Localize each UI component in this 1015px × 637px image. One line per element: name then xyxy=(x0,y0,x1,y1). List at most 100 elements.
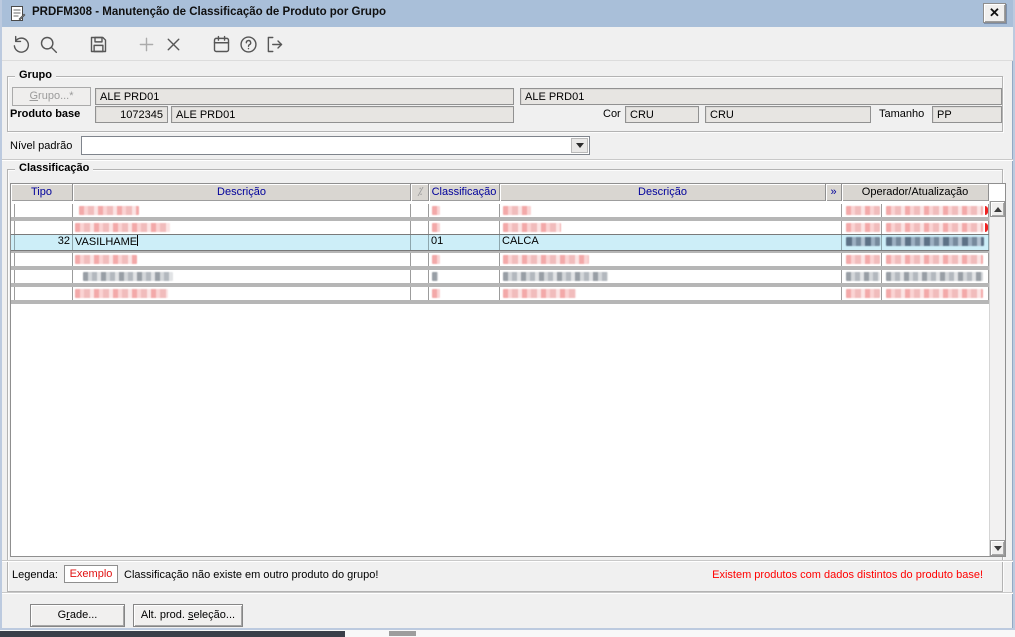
table-row[interactable] xyxy=(11,253,989,266)
background-window-strip xyxy=(0,630,1015,637)
cor-desc-field: CRU xyxy=(705,106,871,123)
cell-tipo xyxy=(15,287,73,300)
table-row[interactable] xyxy=(11,287,989,300)
calendar-icon[interactable] xyxy=(211,34,232,55)
warning-text: Existem produtos com dados distintos do … xyxy=(712,569,983,581)
redacted-text xyxy=(75,255,137,264)
cell-descricao xyxy=(73,253,411,266)
cell-tipo xyxy=(15,270,73,283)
column-header-5[interactable]: » xyxy=(826,184,842,201)
redacted-text xyxy=(846,237,880,246)
column-header-4[interactable]: Descrição xyxy=(500,184,826,201)
search-icon[interactable] xyxy=(38,34,59,55)
cell-classificacao xyxy=(429,221,500,234)
cell-descricao xyxy=(73,270,411,283)
column-header-2[interactable]: ⁒ xyxy=(411,184,429,201)
cell-operador xyxy=(842,221,882,234)
cell-classificacao xyxy=(429,253,500,266)
table-row[interactable] xyxy=(11,204,989,217)
redacted-text xyxy=(886,272,983,281)
cell-descricao xyxy=(73,204,411,217)
tamanho-field: PP xyxy=(932,106,1002,123)
table-row[interactable] xyxy=(11,221,989,234)
add-icon xyxy=(136,34,157,55)
grupo-groupbox-label: Grupo xyxy=(15,69,56,81)
redacted-text xyxy=(503,289,576,298)
exit-icon[interactable] xyxy=(264,34,285,55)
delete-icon[interactable] xyxy=(163,34,184,55)
redacted-text xyxy=(432,272,438,281)
redacted-text xyxy=(432,223,440,232)
chevron-down-icon xyxy=(575,143,584,148)
redacted-text xyxy=(846,289,880,298)
vertical-scrollbar[interactable] xyxy=(989,201,1005,556)
cell-descricao2 xyxy=(500,253,842,266)
cell-tipo xyxy=(15,221,73,234)
redacted-text xyxy=(79,206,139,215)
grid-header: Tipo Descrição ⁒ Classificação Descrição» Ope… xyxy=(11,184,989,201)
alt-prod-selecao-button[interactable]: Alt. prod. seleção... xyxy=(133,604,243,627)
nivel-padrao-combobox[interactable] xyxy=(81,136,590,155)
redacted-text xyxy=(846,255,880,264)
titlebar[interactable]: PRDFM308 - Manutenção de Classificação d… xyxy=(2,0,1013,27)
redacted-text xyxy=(432,289,440,298)
redacted-text xyxy=(503,206,531,215)
redacted-text xyxy=(846,272,880,281)
redacted-text xyxy=(75,223,170,232)
cell-descricao xyxy=(73,287,411,300)
close-button[interactable]: ✕ xyxy=(983,3,1006,23)
table-row-selected[interactable]: 32 VASILHAME 01 CALCA xyxy=(11,234,989,251)
classificacao-groupbox-label: Classificação xyxy=(15,162,94,174)
cell-operador xyxy=(842,270,882,283)
cell-pct xyxy=(411,221,429,234)
legenda-text: Classificação não existe em outro produt… xyxy=(124,569,379,581)
save-icon[interactable] xyxy=(88,34,109,55)
table-row[interactable] xyxy=(11,270,989,283)
cell-descricao: VASILHAME xyxy=(73,235,411,250)
cell-atualizacao xyxy=(882,253,989,266)
grupo-desc-field: ALE PRD01 xyxy=(520,88,1002,105)
text-caret xyxy=(137,235,139,246)
cell-descricao2 xyxy=(500,287,842,300)
cell-descricao2: CALCA xyxy=(500,235,842,250)
cell-classificacao xyxy=(429,287,500,300)
classificacao-grid: Tipo Descrição ⁒ Classificação Descrição» Ope… xyxy=(10,183,1006,557)
separator-line xyxy=(2,560,1013,562)
redacted-text xyxy=(432,206,440,215)
grupo-button[interactable]: Grupo...* xyxy=(12,87,91,106)
undo-icon[interactable] xyxy=(10,34,31,55)
dialog-window: PRDFM308 - Manutenção de Classificação d… xyxy=(0,0,1015,630)
redacted-text xyxy=(503,223,561,232)
help-icon[interactable] xyxy=(238,34,259,55)
cell-operador xyxy=(842,253,882,266)
row-separator xyxy=(11,300,989,304)
redacted-text xyxy=(886,237,984,246)
background-gray-piece xyxy=(389,631,416,636)
cell-descricao2 xyxy=(500,204,842,217)
redacted-text xyxy=(503,255,589,264)
column-header-1[interactable]: Descrição xyxy=(73,184,411,201)
cell-atualizacao xyxy=(882,270,989,283)
screen: PRDFM308 - Manutenção de Classificação d… xyxy=(0,0,1015,637)
cell-tipo xyxy=(15,204,73,217)
scroll-up-button[interactable] xyxy=(990,201,1005,217)
redacted-text xyxy=(886,289,983,298)
scroll-down-button[interactable] xyxy=(990,540,1005,556)
cell-classificacao xyxy=(429,270,500,283)
tamanho-label: Tamanho xyxy=(879,108,925,120)
grupo-code-field: ALE PRD01 xyxy=(95,88,514,105)
grid-body: 32 VASILHAME 01 CALCA xyxy=(11,201,989,556)
redacted-text xyxy=(886,255,983,264)
cell-pct xyxy=(411,287,429,300)
separator-line xyxy=(2,592,1013,594)
grade-button[interactable]: Grade... xyxy=(30,604,125,627)
cell-atualizacao xyxy=(882,221,989,234)
cell-pct xyxy=(411,204,429,217)
arrow-up-icon xyxy=(993,206,1002,212)
column-header-0[interactable]: Tipo xyxy=(11,184,73,201)
cell-atualizacao xyxy=(882,287,989,300)
combo-dropdown-button[interactable] xyxy=(571,138,588,153)
column-header-6[interactable]: Operador/Atualização xyxy=(842,184,989,201)
window-title: PRDFM308 - Manutenção de Classificação d… xyxy=(32,6,387,18)
column-header-3[interactable]: Classificação xyxy=(429,184,500,201)
